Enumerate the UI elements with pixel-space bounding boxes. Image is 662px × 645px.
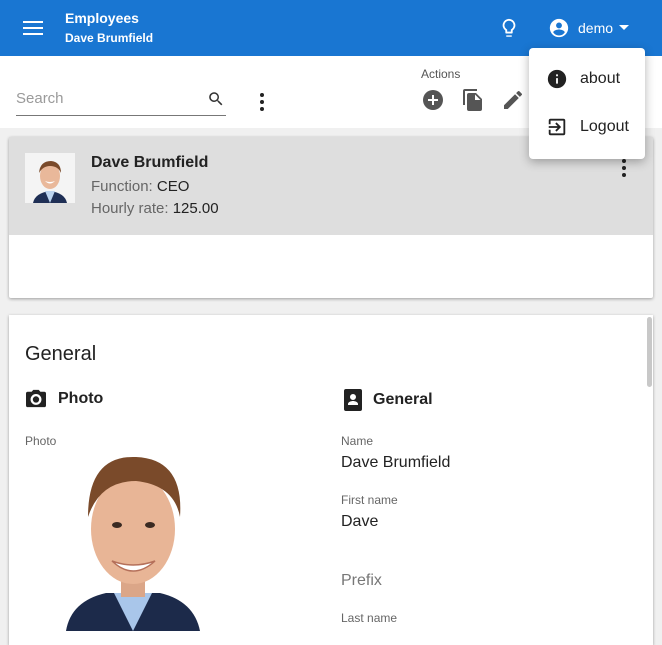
user-menu-button[interactable]: demo (548, 16, 630, 40)
employee-photo (66, 451, 200, 631)
account-circle-icon (549, 18, 569, 38)
camera-icon (26, 389, 46, 408)
caret-down-icon (619, 25, 630, 30)
user-name: demo (578, 20, 614, 36)
photo-label: Photo (25, 434, 57, 448)
field-label-first-name: First name (341, 493, 398, 507)
more-options-icon[interactable] (259, 91, 265, 113)
menu-item-about[interactable]: about (529, 57, 645, 101)
search-field (16, 83, 226, 116)
actions-label: Actions (421, 67, 461, 81)
search-icon[interactable] (207, 90, 225, 108)
user-dropdown-menu: about Logout (529, 48, 645, 159)
menu-item-logout[interactable]: Logout (529, 105, 645, 149)
employee-name: Dave Brumfield (91, 154, 209, 171)
field-label-prefix: Prefix (341, 572, 382, 589)
lightbulb-icon[interactable] (498, 16, 520, 40)
scrollbar[interactable] (647, 317, 652, 387)
section-title: General (25, 343, 97, 365)
search-input[interactable] (16, 83, 196, 113)
field-label-last-name: Last name (341, 611, 398, 625)
general-group-header: General (344, 389, 433, 411)
item-more-icon[interactable] (621, 157, 627, 179)
employee-hourly-rate: Hourly rate: 125.00 (91, 200, 219, 217)
page-title: Employees (65, 10, 139, 26)
contact-card-icon (344, 389, 362, 411)
info-icon (547, 69, 567, 89)
employee-list-card: Dave Brumfield Function: CEO Hourly rate… (9, 137, 653, 298)
copy-icon[interactable] (461, 88, 485, 112)
field-value-name: Dave Brumfield (341, 454, 451, 471)
add-circle-icon[interactable] (421, 88, 445, 112)
employee-thumbnail (25, 153, 75, 203)
photo-group-header: Photo (25, 389, 103, 409)
detail-card: General Photo General Photo Name Dave Br… (9, 315, 653, 645)
hamburger-menu-icon[interactable] (21, 17, 45, 39)
field-label-name: Name (341, 434, 374, 448)
page-subtitle: Dave Brumfield (65, 31, 154, 45)
logout-icon (548, 118, 566, 136)
employee-function: Function: CEO (91, 178, 190, 195)
field-value-first-name: Dave (341, 513, 379, 530)
edit-icon[interactable] (501, 88, 525, 112)
